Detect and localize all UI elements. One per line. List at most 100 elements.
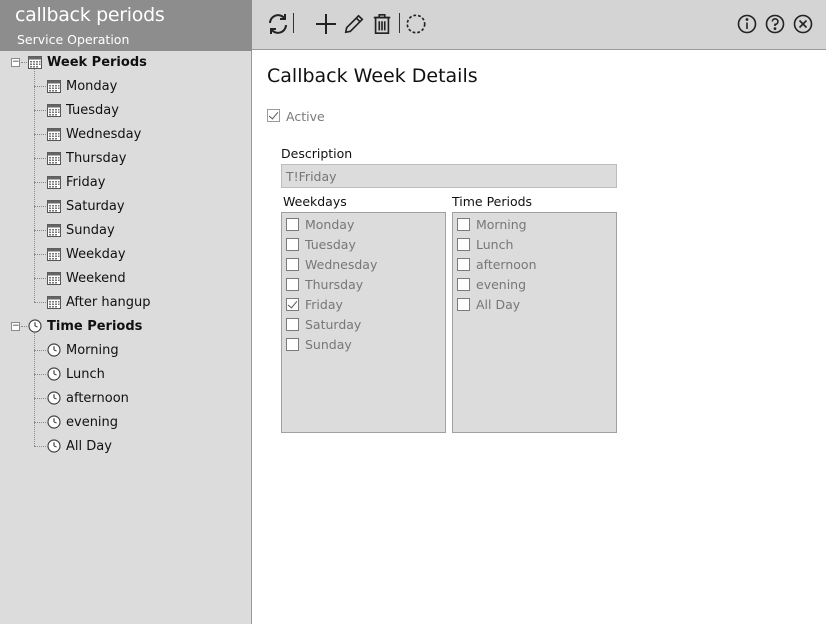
weekday-option[interactable]: Monday (286, 214, 354, 234)
tree-item-time-0[interactable]: Morning (47, 339, 119, 361)
time-period-checkbox[interactable] (457, 237, 470, 251)
description-field[interactable] (281, 164, 617, 188)
time-period-checkbox[interactable] (457, 297, 470, 311)
weekday-checkbox[interactable] (286, 297, 299, 311)
time-periods-list[interactable]: Morning Lunch afternoon evening All Day (452, 212, 617, 433)
help-button[interactable] (762, 11, 788, 37)
clock-icon (28, 319, 42, 333)
weekday-option[interactable]: Thursday (286, 274, 363, 294)
tree-item-week-6[interactable]: Sunday (47, 219, 115, 241)
weekday-checkbox[interactable] (286, 317, 299, 331)
time-period-option[interactable]: afternoon (457, 254, 537, 274)
clock-icon (47, 439, 61, 453)
tree-item-week-8[interactable]: Weekend (47, 267, 126, 289)
tree-connector (34, 158, 46, 159)
weekday-checkbox[interactable] (286, 217, 299, 231)
close-icon (793, 14, 813, 34)
time-period-checkbox[interactable] (457, 277, 470, 291)
tree-item-label: afternoon (66, 390, 129, 406)
tree-connector (34, 398, 46, 399)
toolbar-separator (293, 13, 294, 33)
tree-connector (21, 62, 27, 63)
time-period-option[interactable]: Lunch (457, 234, 513, 254)
tree-connector (34, 182, 46, 183)
weekday-option-label: Saturday (305, 316, 362, 332)
spinner-button[interactable] (403, 11, 429, 37)
weekdays-label: Weekdays (283, 194, 347, 209)
clock-icon (47, 391, 61, 405)
tree-item-label: Morning (66, 342, 119, 358)
tree-group-label: Week Periods (47, 54, 147, 70)
refresh-icon (269, 14, 287, 34)
tree-connector (34, 206, 46, 207)
tree-item-week-0[interactable]: Monday (47, 75, 117, 97)
tree-group-time-periods[interactable]: Time Periods (28, 315, 142, 337)
tree-item-week-7[interactable]: Weekday (47, 243, 126, 265)
edit-button[interactable] (341, 11, 367, 37)
calendar-icon (47, 152, 61, 165)
tree-item-label: After hangup (66, 294, 151, 310)
collapse-toggle[interactable]: − (11, 322, 20, 331)
tree-item-week-3[interactable]: Thursday (47, 147, 126, 169)
time-period-option[interactable]: All Day (457, 294, 520, 314)
tree-item-time-3[interactable]: evening (47, 411, 118, 433)
spinner-icon (406, 14, 426, 34)
app-subtitle: Service Operation (17, 32, 130, 47)
calendar-icon (47, 224, 61, 237)
close-button[interactable] (790, 11, 816, 37)
tree-connector (34, 374, 46, 375)
weekday-option[interactable]: Tuesday (286, 234, 356, 254)
tree-item-label: Weekend (66, 270, 126, 286)
weekday-checkbox[interactable] (286, 257, 299, 271)
tree-group-week-periods[interactable]: Week Periods (28, 51, 147, 73)
clock-icon (47, 343, 61, 357)
tree-item-week-4[interactable]: Friday (47, 171, 105, 193)
weekday-option[interactable]: Friday (286, 294, 343, 314)
add-icon (316, 14, 336, 34)
active-checkbox[interactable] (267, 109, 280, 122)
weekday-checkbox[interactable] (286, 237, 299, 251)
tree-connector (34, 254, 46, 255)
tree-connector (34, 302, 46, 303)
weekday-option[interactable]: Wednesday (286, 254, 377, 274)
info-button[interactable] (734, 11, 760, 37)
time-period-checkbox[interactable] (457, 257, 470, 271)
weekday-option[interactable]: Sunday (286, 334, 352, 354)
tree-connector (34, 446, 46, 447)
tree-connector (34, 350, 46, 351)
tree-item-label: Weekday (66, 246, 126, 262)
tree-item-time-2[interactable]: afternoon (47, 387, 129, 409)
details-pane: Callback Week Details Active Description… (252, 51, 826, 624)
tree-item-week-1[interactable]: Tuesday (47, 99, 119, 121)
delete-button[interactable] (369, 11, 395, 37)
info-icon (737, 14, 757, 34)
weekday-checkbox[interactable] (286, 337, 299, 351)
time-periods-label: Time Periods (452, 194, 533, 209)
app-header: callback periods Service Operation (0, 0, 252, 51)
tree-item-time-4[interactable]: All Day (47, 435, 112, 457)
toolbar (252, 0, 826, 50)
weekdays-list[interactable]: Monday Tuesday Wednesday Thursday Friday Satu… (281, 212, 446, 433)
active-label: Active (286, 109, 325, 124)
weekday-checkbox[interactable] (286, 277, 299, 291)
tree-item-label: Lunch (66, 366, 105, 382)
tree-item-week-5[interactable]: Saturday (47, 195, 125, 217)
time-period-checkbox[interactable] (457, 217, 470, 231)
page-title: Callback Week Details (267, 65, 478, 87)
help-icon (765, 14, 785, 34)
weekday-option[interactable]: Saturday (286, 314, 361, 334)
weekday-option-label: Friday (305, 296, 343, 312)
refresh-button[interactable] (265, 11, 291, 37)
tree-connector (34, 230, 46, 231)
add-button[interactable] (313, 11, 339, 37)
time-period-option[interactable]: Morning (457, 214, 527, 234)
tree-item-label: Sunday (66, 222, 115, 238)
tree-connector (34, 110, 46, 111)
collapse-toggle[interactable]: − (11, 58, 20, 67)
time-period-option[interactable]: evening (457, 274, 526, 294)
tree-item-week-9[interactable]: After hangup (47, 291, 151, 313)
weekday-option-label: Monday (305, 216, 355, 232)
tree-item-week-2[interactable]: Wednesday (47, 123, 141, 145)
calendar-icon (47, 104, 61, 117)
tree-item-time-1[interactable]: Lunch (47, 363, 105, 385)
